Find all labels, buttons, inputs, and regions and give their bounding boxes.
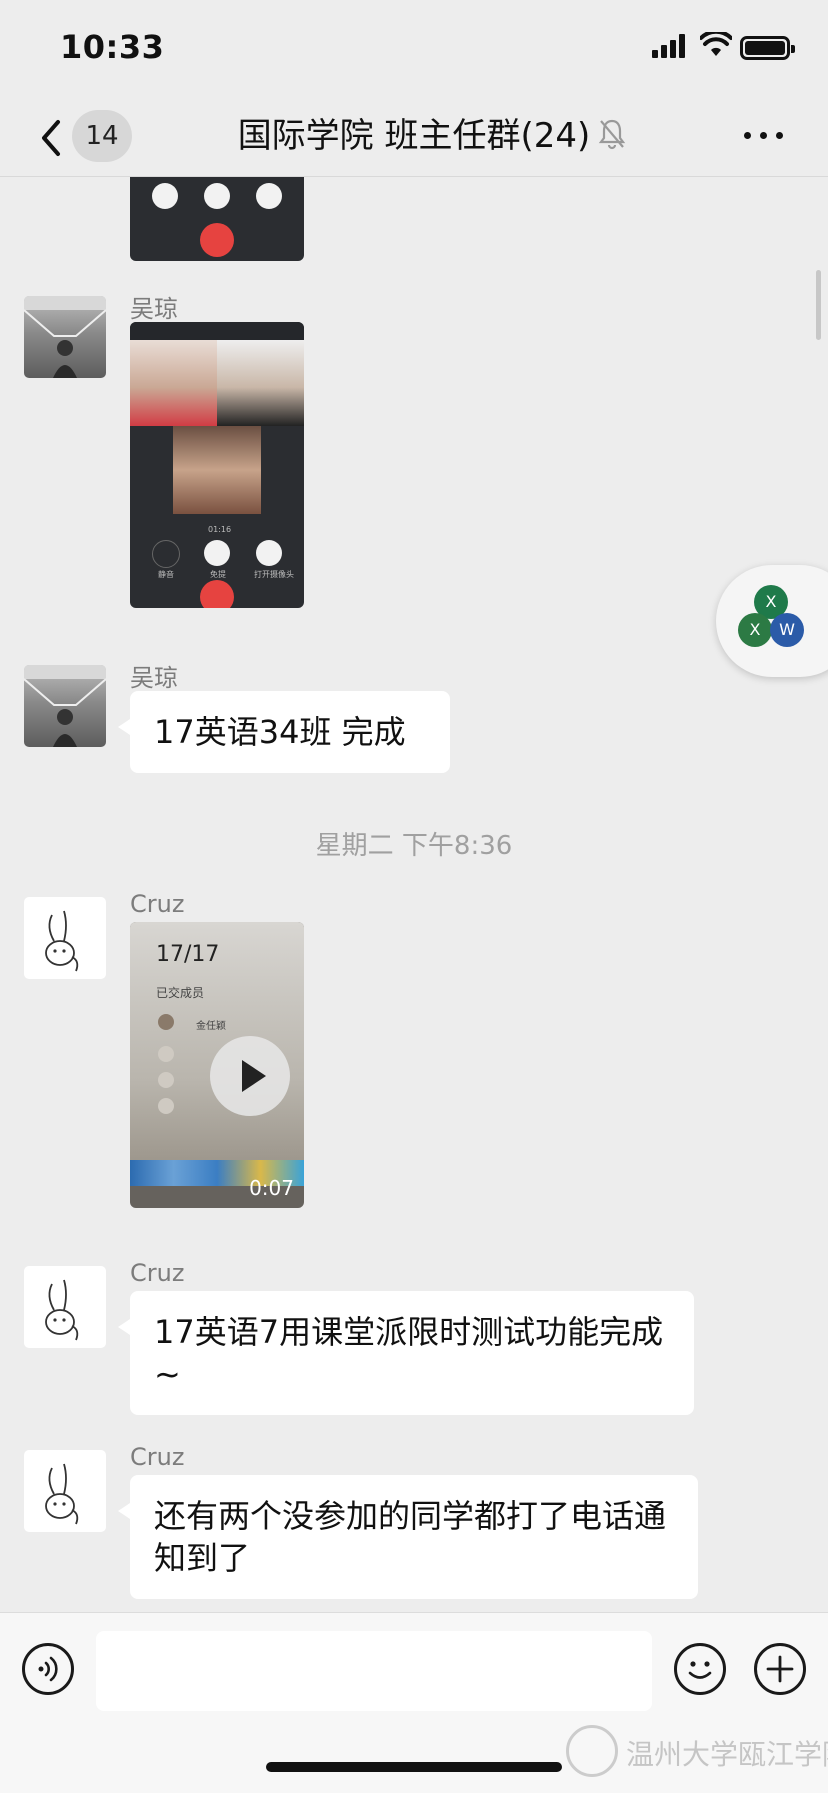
call-control-label: 免提 — [210, 570, 226, 579]
unread-count-badge[interactable]: 14 — [72, 110, 132, 162]
home-indicator[interactable] — [266, 1762, 562, 1772]
play-icon[interactable] — [210, 1036, 290, 1116]
hangup-icon — [200, 223, 234, 257]
plus-icon — [766, 1655, 794, 1683]
sender-name: Cruz — [130, 890, 185, 918]
rabbit-avatar-icon — [45, 1463, 79, 1525]
hangup-icon — [200, 580, 234, 608]
avatar[interactable] — [24, 296, 106, 378]
video-screen-name: 金任颖 — [196, 1021, 226, 1032]
more-functions-button[interactable] — [754, 1643, 806, 1695]
message-bubble[interactable]: 17英语7用课堂派限时测试功能完成~ — [118, 1291, 694, 1415]
rabbit-avatar-icon — [45, 1279, 79, 1341]
voice-input-button[interactable] — [22, 1643, 74, 1695]
more-options-icon[interactable] — [744, 128, 784, 144]
camera-control-icon — [256, 183, 282, 209]
avatar[interactable] — [24, 1450, 106, 1532]
video-duration: 0:07 — [249, 1176, 294, 1200]
watermark-text: 温州大学瓯江学院 — [626, 1738, 828, 1771]
video-call-screenshot-image[interactable]: 01:16 静音 免提 打开摄像头 — [130, 322, 304, 608]
sender-name: 吴琼 — [130, 664, 178, 692]
avatar-photo-icon — [24, 665, 106, 747]
video-screen-count: 17/17 — [156, 942, 220, 967]
message-input[interactable] — [96, 1631, 652, 1711]
floating-app-widget[interactable]: X X W — [716, 565, 828, 677]
sender-name: 吴琼 — [130, 295, 178, 323]
back-arrow-icon[interactable] — [34, 116, 70, 160]
avatar[interactable] — [24, 1266, 106, 1348]
university-seal-icon — [566, 1725, 618, 1777]
avatar-photo-icon — [24, 296, 106, 378]
widget-x-icon: X — [738, 613, 772, 647]
call-control-label: 静音 — [158, 570, 174, 579]
scrollbar[interactable] — [816, 270, 821, 340]
message-list[interactable]: 吴琼 01:16 静音 免提 打开摄像头 吴琼 17英语34班 完成 星期二 下… — [0, 177, 828, 1611]
avatar[interactable] — [24, 897, 106, 979]
sender-name: Cruz — [130, 1443, 185, 1471]
status-time: 10:33 — [60, 28, 165, 66]
emoji-icon — [688, 1661, 712, 1679]
mute-control-icon — [152, 183, 178, 209]
cellular-signal-icon — [652, 34, 685, 58]
camera-control-icon — [256, 540, 282, 566]
message-bubble[interactable]: 17英语34班 完成 — [118, 691, 450, 773]
battery-icon — [740, 36, 795, 60]
video-message[interactable]: 17/17 已交成员 金任颖 0:07 — [130, 922, 304, 1208]
call-timer: 01:16 — [208, 525, 232, 534]
mute-bell-icon — [598, 119, 626, 150]
wifi-icon — [700, 32, 732, 56]
video-screen-label: 已交成员 — [156, 986, 205, 1000]
speaker-control-icon — [204, 540, 230, 566]
mute-control-icon — [152, 540, 180, 568]
message-bubble[interactable]: 还有两个没参加的同学都打了电话通知到了 — [118, 1475, 698, 1599]
rabbit-avatar-icon — [45, 910, 79, 972]
call-control-label: 打开摄像头 — [254, 570, 294, 579]
widget-w-icon: W — [770, 613, 804, 647]
speaker-control-icon — [204, 183, 230, 209]
emoji-button[interactable] — [674, 1643, 726, 1695]
voice-icon — [38, 1656, 58, 1682]
sender-name: Cruz — [130, 1259, 185, 1287]
time-divider: 星期二 下午8:36 — [315, 831, 513, 861]
call-screenshot-image[interactable] — [130, 177, 304, 261]
chat-header: 14 国际学院 班主任群(24) — [0, 100, 828, 177]
status-bar: 10:33 — [0, 0, 828, 100]
avatar[interactable] — [24, 665, 106, 747]
